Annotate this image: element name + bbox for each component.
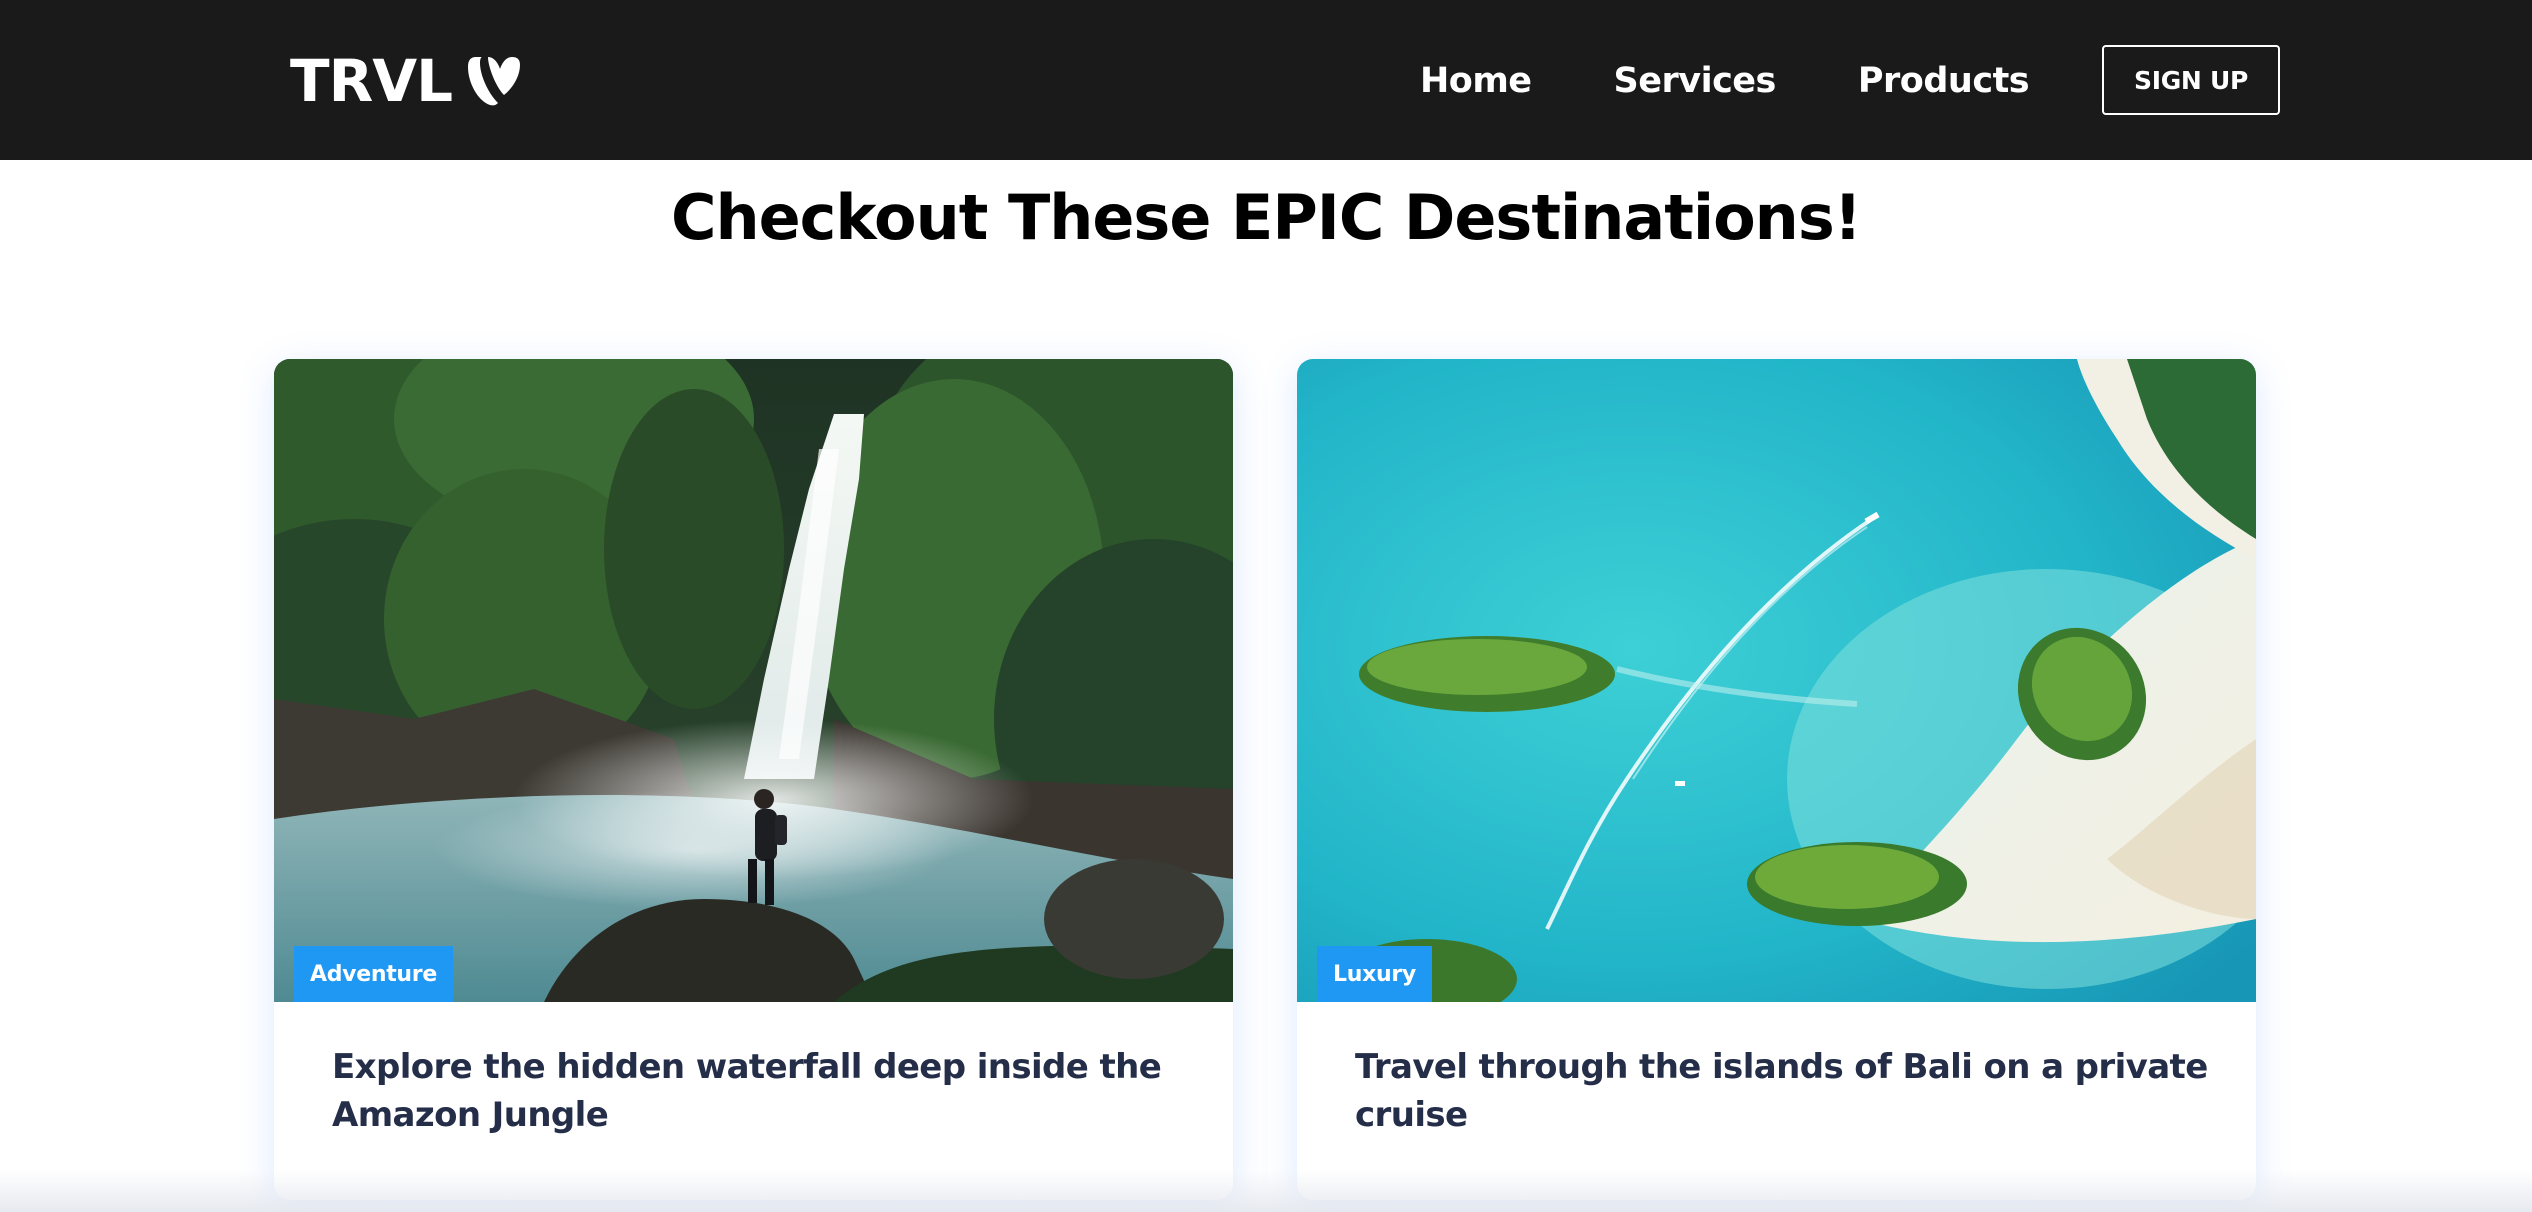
nav-link-products[interactable]: Products	[1858, 63, 2030, 99]
sign-up-button[interactable]: SIGN UP	[2102, 45, 2280, 115]
navbar: TRVL Home Services Products SIGN UP	[0, 0, 2532, 160]
destination-card-bali[interactable]: Luxury Travel through the islands of Bal…	[1297, 359, 2256, 1200]
waterfall-photo	[274, 359, 1233, 1002]
page-title: Checkout These EPIC Destinations!	[670, 181, 1862, 254]
category-badge[interactable]: Luxury	[1317, 946, 1432, 1002]
card-image-waterfall: Adventure	[274, 359, 1233, 1002]
typo3-logo-icon	[468, 57, 521, 106]
bali-islands-aerial-photo	[1297, 359, 2256, 1002]
nav-link-services[interactable]: Services	[1614, 63, 1777, 99]
card-image-bali: Luxury	[1297, 359, 2256, 1002]
card-title[interactable]: Explore the hidden waterfall deep inside…	[332, 1043, 1192, 1139]
destination-card-waterfall[interactable]: Adventure Explore the hidden waterfall d…	[274, 359, 1233, 1200]
logo[interactable]: TRVL	[290, 46, 522, 116]
logo-text: TRVL	[290, 47, 453, 115]
category-badge[interactable]: Adventure	[294, 946, 453, 1002]
nav-link-home[interactable]: Home	[1420, 63, 1532, 99]
card-title[interactable]: Travel through the islands of Bali on a …	[1355, 1043, 2215, 1139]
main-nav: Home Services Products	[1420, 50, 2030, 112]
